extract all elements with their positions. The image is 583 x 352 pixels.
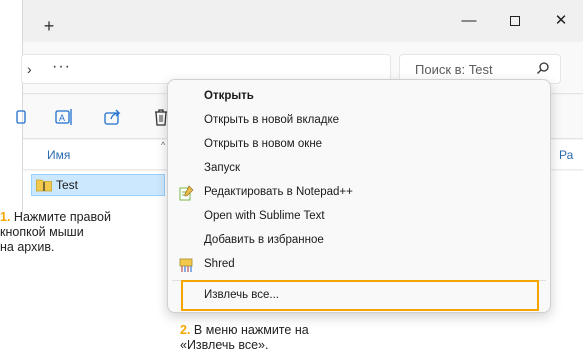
column-header-date[interactable]: Ра xyxy=(559,148,573,162)
new-tab-button[interactable]: + xyxy=(39,16,59,36)
close-button[interactable]: ✕ xyxy=(538,8,583,34)
step2-number: 2. xyxy=(180,323,191,337)
search-input[interactable]: Поиск в: Test xyxy=(415,62,493,77)
menu-item-label: Добавить в избранное xyxy=(204,234,324,246)
highlight-box xyxy=(181,280,539,311)
menu-item-add-favorites[interactable]: Добавить в избранное xyxy=(168,229,552,253)
step1-number: 1. xyxy=(0,210,11,224)
breadcrumb-chevron-icon[interactable]: › xyxy=(27,61,32,77)
step1-annotation: 1. Нажмите правой кнопкой мыши на архив. xyxy=(0,210,111,255)
menu-item-label: Запуск xyxy=(204,162,240,174)
menu-item-label: Open with Sublime Text xyxy=(204,210,325,222)
step2-line1: В меню нажмите на xyxy=(190,323,309,337)
minimize-button[interactable]: — xyxy=(446,8,492,34)
menu-item-run[interactable]: Запуск xyxy=(168,157,552,181)
notepad-icon xyxy=(179,185,194,201)
breadcrumb-overflow-button[interactable]: ··· xyxy=(52,58,71,76)
zip-folder-icon xyxy=(36,179,52,192)
file-name: Test xyxy=(56,178,79,192)
svg-text:A: A xyxy=(59,113,65,123)
menu-item-shred[interactable]: Shred xyxy=(168,253,552,277)
shred-icon xyxy=(179,258,193,272)
menu-item-label: Редактировать в Notepad++ xyxy=(204,186,353,198)
rename-icon[interactable]: A xyxy=(54,107,74,127)
sort-indicator-icon: ^ xyxy=(161,140,166,150)
step1-line3: на архив. xyxy=(0,240,55,254)
maximize-icon xyxy=(510,16,520,27)
maximize-button[interactable] xyxy=(492,8,538,34)
menu-item-open[interactable]: Открыть xyxy=(168,85,552,109)
screenshot-stage: + — ✕ › ··· Поиск в: Test A ^ Имя Ра Tes… xyxy=(0,0,583,352)
menu-item-label: Shred xyxy=(204,258,235,270)
step1-line1: Нажмите правой xyxy=(10,210,111,224)
menu-item-label: Открыть xyxy=(204,90,254,102)
step2-line2: «Извлечь все». xyxy=(180,338,269,352)
context-menu: Открыть Открыть в новой вкладке Открыть … xyxy=(167,79,551,313)
copy-icon[interactable] xyxy=(15,107,35,127)
share-icon[interactable] xyxy=(103,107,123,127)
column-header-name[interactable]: Имя xyxy=(47,148,70,162)
search-icon[interactable] xyxy=(536,61,550,75)
step1-line2: кнопкой мыши xyxy=(0,225,84,239)
menu-item-open-new-tab[interactable]: Открыть в новой вкладке xyxy=(168,109,552,133)
menu-item-open-new-window[interactable]: Открыть в новом окне xyxy=(168,133,552,157)
menu-item-open-sublime[interactable]: Open with Sublime Text xyxy=(168,205,552,229)
menu-item-edit-notepad[interactable]: Редактировать в Notepad++ xyxy=(168,181,552,205)
menu-item-label: Открыть в новом окне xyxy=(204,138,323,150)
title-bar: + — ✕ xyxy=(23,0,583,42)
step2-annotation: 2. В меню нажмите на «Извлечь все». xyxy=(180,323,309,352)
file-row-selected[interactable]: Test xyxy=(31,174,165,196)
menu-item-label: Открыть в новой вкладке xyxy=(204,114,340,126)
